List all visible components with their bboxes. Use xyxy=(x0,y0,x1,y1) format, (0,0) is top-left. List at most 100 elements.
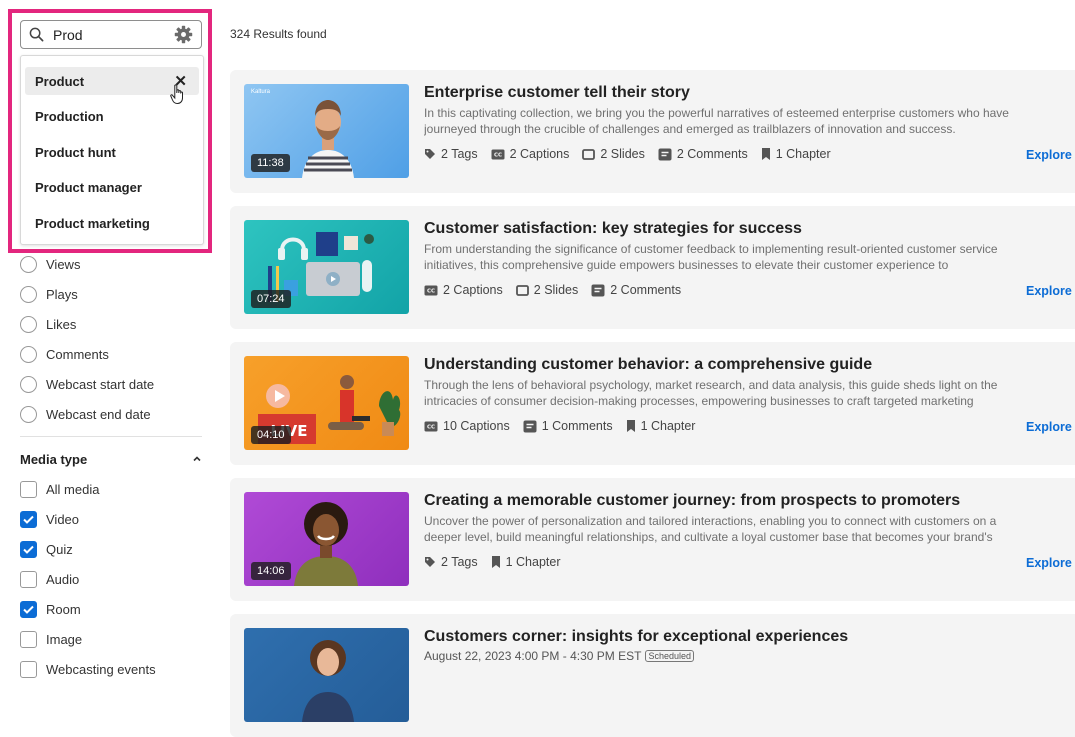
sort-option[interactable]: Comments xyxy=(20,343,109,365)
radio-button[interactable] xyxy=(20,375,37,393)
suggestion-item[interactable]: Product manager xyxy=(25,173,199,201)
filters-sidebar: Prod Product ✕ Production Product hunt Pr… xyxy=(0,0,215,678)
media-type-option[interactable]: Video xyxy=(20,508,79,530)
option-label: Image xyxy=(46,631,83,647)
card-description: Through the lens of behavioral psycholog… xyxy=(424,378,998,408)
checkbox[interactable] xyxy=(20,480,37,498)
result-card[interactable]: LIVE 04:10 Understanding customer behavi… xyxy=(230,342,1075,465)
check-icon xyxy=(23,515,34,524)
status-badge: Scheduled xyxy=(645,650,694,662)
card-description: Uncover the power of personalization and… xyxy=(424,514,997,544)
card-description: In this captivating collection, we bring… xyxy=(424,106,1009,136)
suggestion-item[interactable]: Product marketing xyxy=(25,209,199,237)
suggestion-label: Product manager xyxy=(35,179,142,195)
media-type-option[interactable]: Quiz xyxy=(20,538,73,560)
media-type-option[interactable]: Webcasting events xyxy=(20,658,156,680)
comments-icon xyxy=(523,420,537,432)
card-title[interactable]: Customer satisfaction: key strategies fo… xyxy=(424,220,802,238)
event-date: August 22, 2023 4:00 PM - 4:30 PM EST Sch… xyxy=(424,649,694,663)
explore-link[interactable]: Explore xyxy=(1026,148,1072,162)
option-label: Webcast end date xyxy=(46,406,151,422)
check-icon xyxy=(23,605,34,614)
card-description: From understanding the significance of c… xyxy=(424,242,998,272)
suggestion-item[interactable]: Product hunt xyxy=(25,138,199,166)
radio-button[interactable] xyxy=(20,345,37,363)
card-title[interactable]: Understanding customer behavior: a compr… xyxy=(424,356,872,374)
radio-button[interactable] xyxy=(20,255,37,273)
person-illustration xyxy=(302,640,354,722)
sort-option[interactable]: Plays xyxy=(20,283,78,305)
checkbox[interactable] xyxy=(20,630,37,648)
chevron-up-icon[interactable] xyxy=(192,454,202,464)
meta-item: CC 2 Captions xyxy=(491,147,569,161)
option-label: Webcasting events xyxy=(46,661,156,677)
radio-button[interactable] xyxy=(20,285,37,303)
comments-icon xyxy=(658,148,672,160)
meta-item: 2 Tags xyxy=(424,555,478,569)
option-label: Video xyxy=(46,511,80,527)
option-label: Comments xyxy=(46,346,109,362)
duration-badge: 14:06 xyxy=(251,562,291,580)
svg-text:CC: CC xyxy=(494,152,502,158)
media-type-option[interactable]: Image xyxy=(20,628,82,650)
card-meta: 2 Tags 1 Chapter xyxy=(424,555,574,569)
sort-option[interactable]: Webcast end date xyxy=(20,403,151,425)
search-box[interactable]: Prod xyxy=(20,20,202,49)
duration-badge: 11:38 xyxy=(251,154,290,172)
radio-button[interactable] xyxy=(20,405,37,423)
option-label: All media xyxy=(46,481,100,497)
meta-item: 1 Chapter xyxy=(626,419,695,433)
checkbox[interactable] xyxy=(20,540,37,558)
sort-option[interactable]: Likes xyxy=(20,313,76,335)
meta-item: 2 Tags xyxy=(424,147,478,161)
comments-icon xyxy=(591,284,605,296)
chapter-icon xyxy=(761,148,770,160)
checkbox[interactable] xyxy=(20,510,37,528)
checkbox[interactable] xyxy=(20,570,37,588)
media-type-option[interactable]: Audio xyxy=(20,568,79,590)
duration-badge: 04:10 xyxy=(251,426,291,444)
explore-link[interactable]: Explore xyxy=(1026,556,1072,570)
slides-icon xyxy=(582,148,596,160)
sort-option[interactable]: Views xyxy=(20,253,80,275)
tag-icon xyxy=(425,557,435,567)
logo-watermark: Kaltura xyxy=(251,89,271,95)
media-type-option[interactable]: Room xyxy=(20,598,81,620)
media-type-option[interactable]: All media xyxy=(20,478,99,500)
results-count: 324 Results found xyxy=(230,27,327,41)
result-card[interactable]: 07:24 Customer satisfaction: key strateg… xyxy=(230,206,1075,329)
option-label: Quiz xyxy=(46,541,73,557)
tag-icon xyxy=(425,149,435,159)
video-thumbnail[interactable]: Kaltura 11:38 xyxy=(244,84,409,178)
explore-link[interactable]: Explore xyxy=(1026,284,1072,298)
checkbox[interactable] xyxy=(20,600,37,618)
radio-button[interactable] xyxy=(20,315,37,333)
suggestion-label: Production xyxy=(35,108,104,124)
video-thumbnail[interactable]: LIVE 04:10 xyxy=(244,356,409,450)
suggestion-label: Product xyxy=(35,73,85,89)
meta-item: 2 Slides xyxy=(515,283,578,297)
divider xyxy=(20,436,202,437)
result-card[interactable]: 14:06 Creating a memorable customer jour… xyxy=(230,478,1075,601)
search-input[interactable]: Prod xyxy=(53,27,174,43)
svg-text:CC: CC xyxy=(427,288,435,294)
media-type-header[interactable]: Media type xyxy=(20,449,202,469)
card-title[interactable]: Creating a memorable customer journey: f… xyxy=(424,492,960,510)
check-icon xyxy=(23,545,34,554)
video-thumbnail[interactable] xyxy=(244,628,409,722)
card-title[interactable]: Customers corner: insights for exception… xyxy=(424,628,848,646)
suggestion-item[interactable]: Production xyxy=(25,102,199,130)
meta-item: 2 Comments xyxy=(591,283,681,297)
search-icon xyxy=(29,27,44,42)
meta-item: 1 Chapter xyxy=(761,147,831,161)
video-thumbnail[interactable]: 07:24 xyxy=(244,220,409,314)
result-card[interactable]: Kaltura 11:38 Enterprise customer tell t… xyxy=(230,70,1075,193)
result-card[interactable]: Customers corner: insights for exception… xyxy=(230,614,1075,737)
card-title[interactable]: Enterprise customer tell their story xyxy=(424,84,690,102)
gear-icon[interactable] xyxy=(174,25,193,44)
explore-link[interactable]: Explore xyxy=(1026,420,1072,434)
sort-option[interactable]: Webcast start date xyxy=(20,373,154,395)
video-thumbnail[interactable]: 14:06 xyxy=(244,492,409,586)
captions-icon: CC xyxy=(491,149,505,159)
date-text: August 22, 2023 4:00 PM - 4:30 PM EST xyxy=(424,649,642,663)
